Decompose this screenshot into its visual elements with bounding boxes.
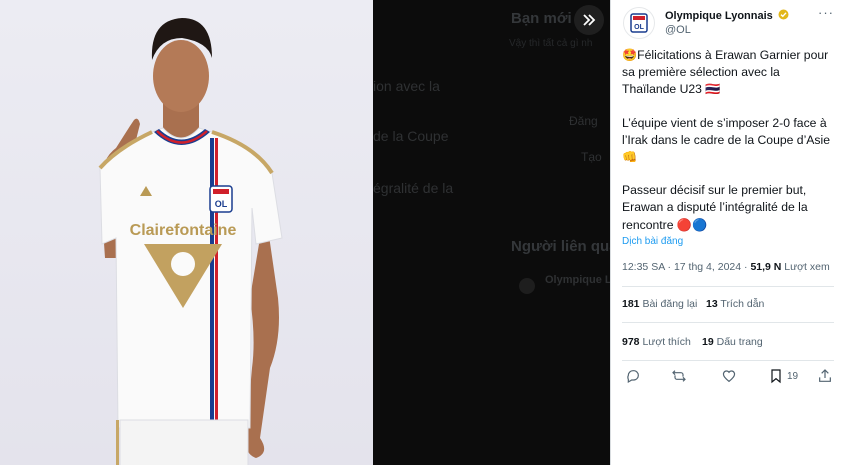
- views-count: 51,9 N: [750, 261, 782, 273]
- views-label: Lượt xem: [781, 261, 830, 273]
- expand-button[interactable]: [574, 5, 604, 35]
- ol-logo-icon: OL: [630, 13, 648, 33]
- author-handle[interactable]: @OL: [665, 24, 691, 36]
- tweet-meta: 12:35 SA · 17 thg 4, 2024 · 51,9 N Lượt …: [622, 261, 830, 273]
- divider: [622, 360, 834, 361]
- likes-label: Lượt thích: [639, 336, 691, 348]
- reposts-label: Bài đăng lại: [639, 298, 698, 310]
- bookmark-icon: [771, 369, 781, 384]
- tweet-text: 🤩Félicitations à Erawan Garnier pour sa …: [622, 47, 836, 250]
- bookmark-action-count: 19: [787, 370, 799, 382]
- reposts-stat[interactable]: 181 Bài đăng lại: [622, 298, 697, 310]
- likes-stat[interactable]: 978 Lượt thích: [622, 336, 691, 348]
- divider: [622, 322, 834, 323]
- divider: [622, 286, 834, 287]
- bg-line: Đăng: [569, 114, 598, 128]
- bg-line: Vậy thì tất cả gì nh: [509, 38, 593, 49]
- bg-avatar: [519, 278, 535, 294]
- like-button[interactable]: [721, 368, 737, 384]
- reply-icon: [627, 370, 639, 384]
- bookmark-button[interactable]: 19: [768, 368, 798, 384]
- action-bar: 19: [625, 368, 835, 386]
- bookmarks-label: Dấu trang: [713, 336, 763, 348]
- author-name-row[interactable]: Olympique Lyonnais: [665, 9, 789, 22]
- player-photo: OL Clairefontaine: [98, 18, 283, 465]
- bookmarks-count: 19: [702, 336, 714, 348]
- heart-icon: [722, 370, 736, 383]
- tweet-header: OL Olympique Lyonnais @OL ···: [623, 5, 834, 41]
- double-chevron-right-icon: [583, 14, 596, 26]
- reposts-count: 181: [622, 298, 640, 310]
- svg-text:OL: OL: [215, 199, 228, 209]
- reply-button[interactable]: [625, 368, 641, 384]
- tweet-panel: OL Olympique Lyonnais @OL ··· 🤩Félicitat…: [610, 0, 842, 465]
- repost-button[interactable]: [671, 368, 687, 384]
- share-icon: [819, 369, 831, 382]
- quotes-count: 13: [706, 298, 718, 310]
- media-photo[interactable]: OL Clairefontaine: [0, 0, 373, 465]
- tweet-paragraph: Passeur décisif sur le premier but, Eraw…: [622, 183, 808, 232]
- author-avatar[interactable]: OL: [623, 7, 655, 39]
- share-button[interactable]: [817, 368, 833, 384]
- timestamp[interactable]: 12:35 SA · 17 thg 4, 2024 ·: [622, 261, 750, 273]
- bg-heading: Người liên quan: [511, 238, 610, 255]
- tweet-paragraph: 🤩Félicitations à Erawan Garnier pour sa …: [622, 48, 829, 97]
- background-page-overlay: ion avec la de la Coupe égralité de la B…: [373, 0, 610, 465]
- tweet-paragraph: L’équipe vient de s’imposer 2-0 face à l…: [622, 115, 830, 165]
- quotes-label: Trích dẫn: [717, 298, 765, 310]
- svg-text:OL: OL: [634, 24, 644, 31]
- repost-icon: [672, 370, 686, 382]
- bookmarks-stat[interactable]: 19 Dấu trang: [702, 336, 763, 348]
- author-name[interactable]: Olympique Lyonnais: [665, 10, 773, 22]
- verified-badge-icon: [778, 9, 789, 20]
- likes-count: 978: [622, 336, 640, 348]
- more-options-button[interactable]: ···: [818, 5, 834, 20]
- quotes-stat[interactable]: 13 Trích dẫn: [706, 298, 764, 310]
- bg-text-fragment: égralité de la: [373, 180, 454, 196]
- sponsor-text: Clairefontaine: [130, 222, 237, 239]
- bg-line: Olympique L: [545, 274, 610, 286]
- bg-text-fragment: de la Coupe: [373, 128, 449, 144]
- bg-text-fragment: ion avec la: [373, 78, 440, 94]
- translate-post-link[interactable]: Dịch bài đăng: [622, 236, 683, 247]
- bg-line: Tạo: [581, 150, 602, 164]
